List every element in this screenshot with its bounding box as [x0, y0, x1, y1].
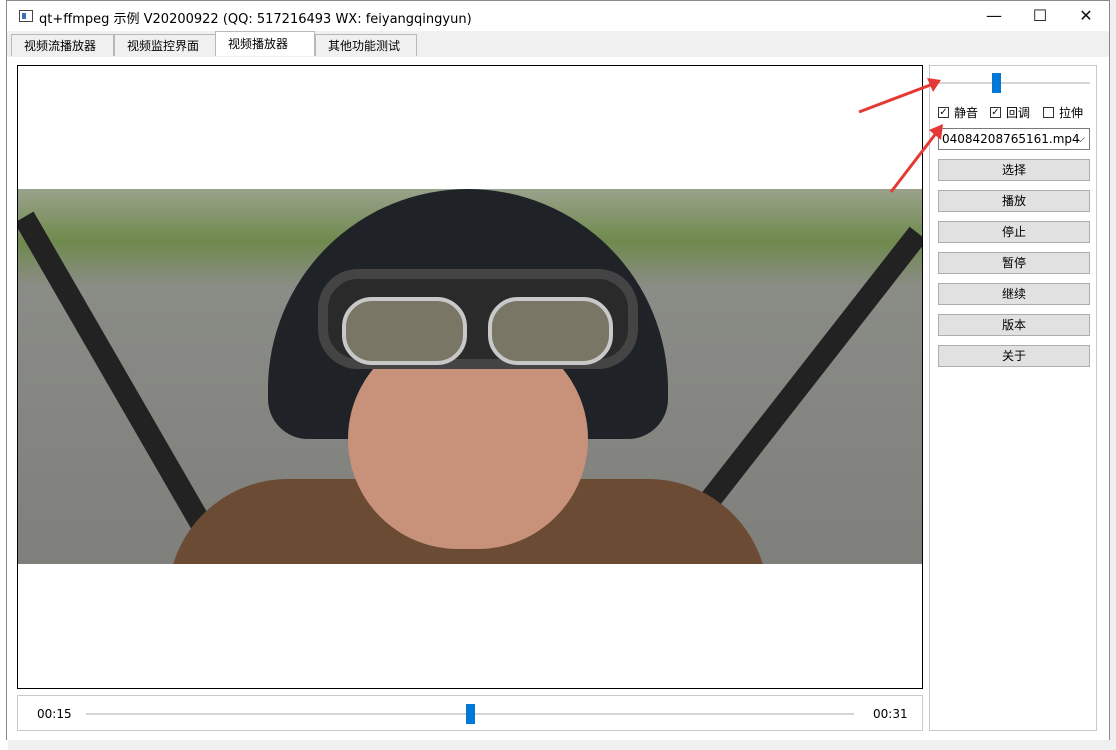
- volume-slider[interactable]: [938, 73, 1090, 93]
- callback-checkbox[interactable]: ✓ 回调: [990, 103, 1030, 121]
- tab-monitor[interactable]: 视频监控界面: [114, 34, 216, 56]
- window-title: qt+ffmpeg 示例 V20200922 (QQ: 517216493 WX…: [39, 12, 472, 27]
- maximize-button[interactable]: ☐: [1017, 1, 1063, 31]
- mute-label: 静音: [954, 105, 979, 120]
- tab-content: 00:15 00:31 ✓ 静音 ✓ 回调 拉伸 04084208765161.…: [7, 57, 1109, 740]
- lens-left: [342, 297, 467, 365]
- callback-label: 回调: [1006, 105, 1031, 120]
- progress-slider[interactable]: [86, 704, 854, 724]
- stop-button[interactable]: 停止: [938, 221, 1090, 243]
- play-button[interactable]: 播放: [938, 190, 1090, 212]
- tab-stream-player[interactable]: 视频流播放器: [11, 34, 114, 56]
- current-time: 00:15: [37, 707, 72, 721]
- pause-button[interactable]: 暂停: [938, 252, 1090, 274]
- total-time: 00:31: [873, 707, 908, 721]
- video-frame-image: [18, 189, 922, 564]
- app-icon: [19, 10, 33, 22]
- video-display[interactable]: [17, 65, 923, 689]
- unchecked-box-icon: [1043, 106, 1054, 118]
- lens-right: [488, 297, 613, 365]
- tab-other-tests[interactable]: 其他功能测试: [315, 34, 417, 56]
- minimize-button[interactable]: —: [971, 1, 1017, 31]
- file-select[interactable]: 04084208765161.mp4 ⌵: [938, 128, 1090, 150]
- close-button[interactable]: ✕: [1063, 1, 1109, 31]
- stretch-label: 拉伸: [1059, 105, 1084, 120]
- chevron-down-icon: ⌵: [1075, 131, 1085, 145]
- progress-slider-handle[interactable]: [466, 704, 475, 724]
- playback-bar: 00:15 00:31: [17, 695, 923, 731]
- about-button[interactable]: 关于: [938, 345, 1090, 367]
- option-checkboxes: ✓ 静音 ✓ 回调 拉伸: [938, 103, 1098, 121]
- stretch-checkbox[interactable]: 拉伸: [1043, 103, 1083, 121]
- volume-slider-handle[interactable]: [991, 73, 1001, 93]
- goggles-shape: [318, 269, 638, 369]
- title-bar: qt+ffmpeg 示例 V20200922 (QQ: 517216493 WX…: [7, 1, 1109, 31]
- control-panel: ✓ 静音 ✓ 回调 拉伸 04084208765161.mp4 ⌵ 选择 播放 …: [929, 65, 1097, 731]
- app-window: qt+ffmpeg 示例 V20200922 (QQ: 517216493 WX…: [6, 0, 1110, 740]
- mute-checkbox[interactable]: ✓ 静音: [938, 103, 978, 121]
- tab-video-player[interactable]: 视频播放器: [215, 31, 315, 56]
- select-button[interactable]: 选择: [938, 159, 1090, 181]
- resume-button[interactable]: 继续: [938, 283, 1090, 305]
- check-icon: ✓: [990, 106, 1001, 118]
- check-icon: ✓: [938, 106, 949, 118]
- file-select-value: 04084208765161.mp4: [942, 132, 1080, 146]
- version-button[interactable]: 版本: [938, 314, 1090, 336]
